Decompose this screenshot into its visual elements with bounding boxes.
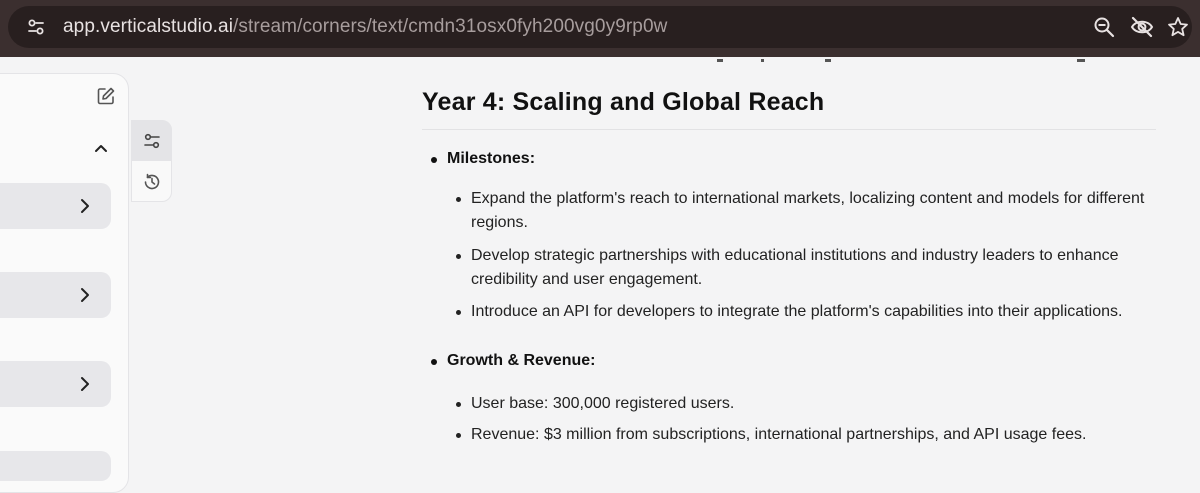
list-item: Develop strategic partnerships with educ… <box>456 244 1151 292</box>
list-item: User base: 300,000 registered users. <box>456 392 1151 416</box>
list-item: Introduce an API for developers to integ… <box>456 300 1151 324</box>
section-title-growth: Growth & Revenue: <box>430 352 596 369</box>
chevron-right-icon <box>75 284 95 306</box>
sliders-icon[interactable] <box>132 121 172 161</box>
clipped-text-fragment <box>717 54 1097 62</box>
chevron-right-icon <box>75 373 95 395</box>
address-bar[interactable]: app.verticalstudio.ai/stream/corners/tex… <box>8 6 1192 48</box>
section-heading: Year 4: Scaling and Global Reach <box>422 88 825 116</box>
sidebar-item[interactable] <box>0 451 111 481</box>
chevron-up-icon[interactable] <box>90 137 112 159</box>
heading-divider <box>422 129 1156 130</box>
chevron-right-icon <box>75 195 95 217</box>
site-info-icon[interactable] <box>20 11 52 43</box>
edit-icon[interactable] <box>94 84 118 108</box>
sidebar-item[interactable] <box>0 183 111 229</box>
url-text[interactable]: app.verticalstudio.ai/stream/corners/tex… <box>63 16 667 38</box>
document-content: Year 4: Scaling and Global Reach Milesto… <box>422 57 1156 464</box>
tool-rail <box>131 120 172 202</box>
browser-toolbar: app.verticalstudio.ai/stream/corners/tex… <box>0 0 1200 57</box>
url-path: /stream/corners/text/cmdn31osx0fyh200vg0… <box>233 16 668 37</box>
history-icon[interactable] <box>132 162 172 202</box>
star-icon[interactable] <box>1164 13 1192 41</box>
zoom-out-icon[interactable] <box>1090 13 1118 41</box>
section-title-milestones: Milestones: <box>430 150 536 167</box>
eye-off-icon[interactable] <box>1128 13 1156 41</box>
sidebar-item[interactable] <box>0 272 111 318</box>
url-host: app.verticalstudio.ai <box>63 16 234 37</box>
list-item: Revenue: $3 million from subscriptions, … <box>456 423 1151 447</box>
sidebar-item[interactable] <box>0 361 111 407</box>
list-item: Expand the platform's reach to internati… <box>456 187 1151 235</box>
